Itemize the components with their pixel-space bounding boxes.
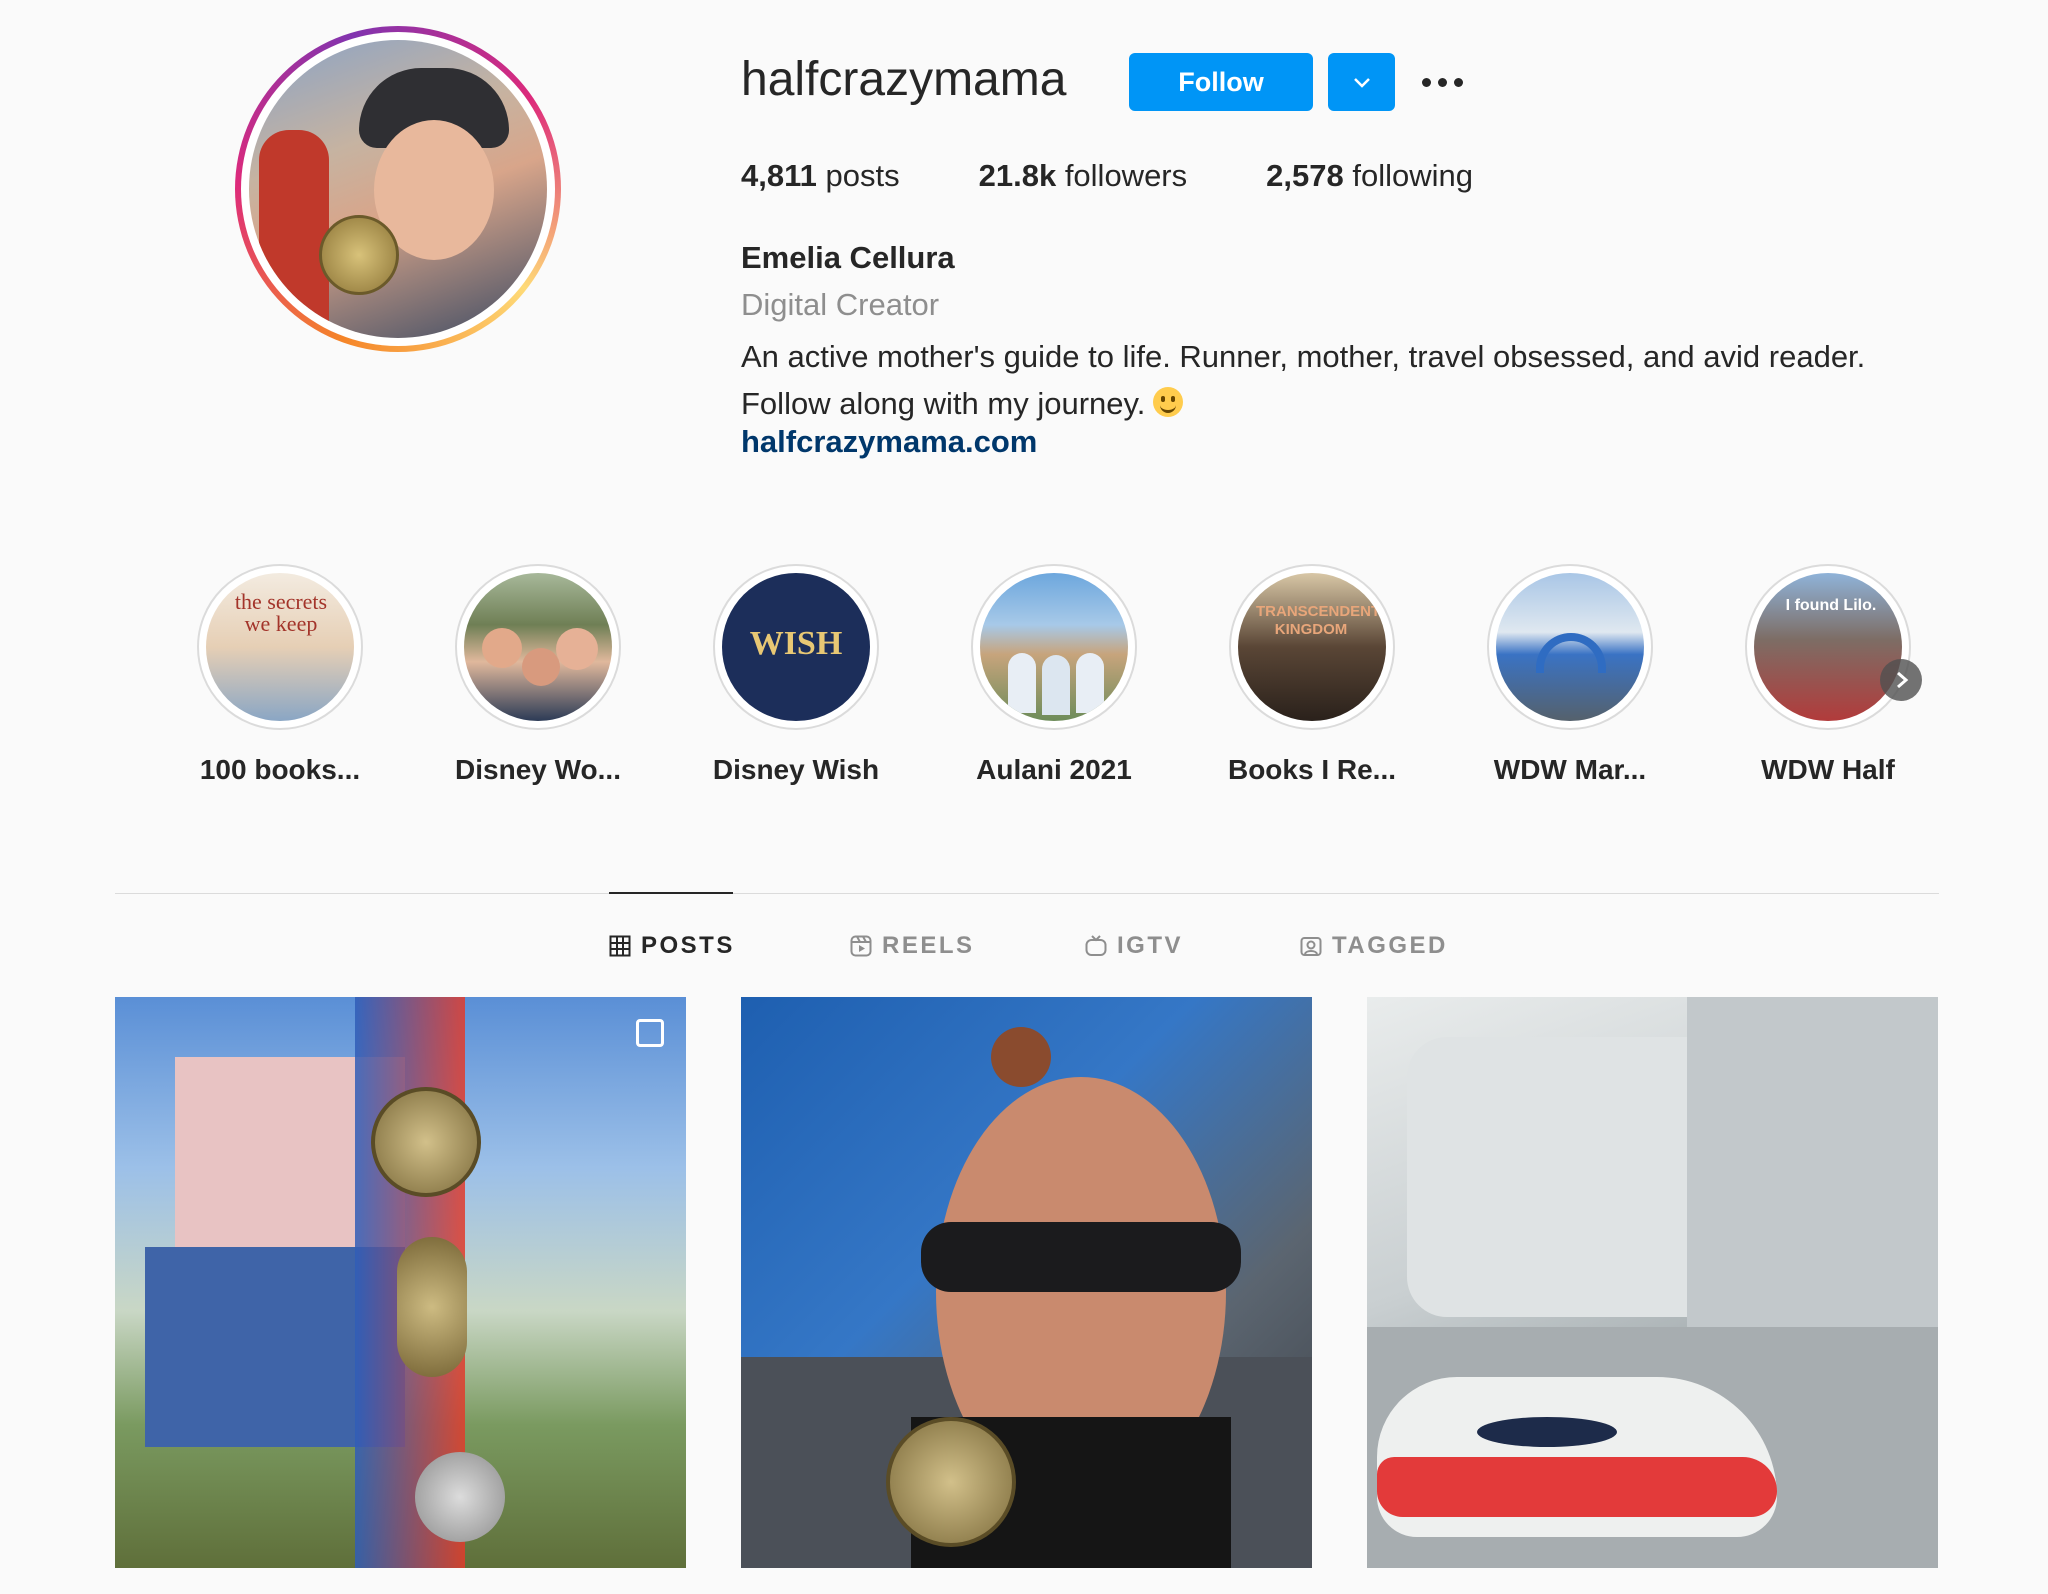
tab-label: REELS xyxy=(882,932,975,959)
bio: An active mother's guide to life. Runner… xyxy=(741,333,1865,427)
bio-line-2: Follow along with my journey. xyxy=(741,380,1865,427)
highlight-cover xyxy=(980,573,1128,721)
highlight-cover xyxy=(464,573,612,721)
grid-icon xyxy=(609,935,631,957)
tab-label: TAGGED xyxy=(1332,932,1448,959)
highlights-next-button[interactable] xyxy=(1880,659,1922,701)
highlight-label: WDW Mar... xyxy=(1493,754,1647,785)
followers-stat[interactable]: 21.8k followers xyxy=(979,158,1188,194)
tab-reels[interactable]: REELS xyxy=(850,932,975,960)
account-category: Digital Creator xyxy=(741,287,940,322)
highlight-disney-wish[interactable]: WISH Disney Wish xyxy=(696,564,896,786)
follow-button[interactable]: Follow xyxy=(1129,53,1313,111)
post-thumbnail[interactable] xyxy=(1367,997,1938,1568)
following-stat[interactable]: 2,578 following xyxy=(1266,158,1473,194)
more-dots-icon xyxy=(1422,78,1431,87)
post-thumbnail[interactable] xyxy=(741,997,1312,1568)
post-thumbnail[interactable] xyxy=(115,997,686,1568)
highlight-cover-text: TRANSCENDENT KINGDOM xyxy=(1256,603,1381,638)
highlight-disney-world[interactable]: Disney Wo... xyxy=(438,564,638,786)
smile-emoji-icon xyxy=(1153,387,1184,417)
highlight-100-books[interactable]: the secrets we keep 100 books... xyxy=(180,564,380,786)
profile-stats: 4,811 posts 21.8k followers 2,578 follow… xyxy=(741,158,1552,194)
tabs-divider xyxy=(115,893,1939,894)
highlight-wdw-marathon[interactable]: WDW Mar... xyxy=(1470,564,1670,786)
website-link[interactable]: halfcrazymama.com xyxy=(741,424,1037,460)
highlight-label: WDW Half xyxy=(1761,754,1895,785)
highlight-cover-text: WISH xyxy=(749,625,843,662)
posts-stat: 4,811 posts xyxy=(741,158,900,193)
more-options-button[interactable] xyxy=(1418,62,1468,102)
tab-label: POSTS xyxy=(641,932,735,959)
highlight-cover-text: I found Lilo. xyxy=(1785,597,1877,614)
highlight-aulani-2021[interactable]: Aulani 2021 xyxy=(954,564,1154,786)
full-name: Emelia Cellura xyxy=(741,240,955,275)
highlight-label: Aulani 2021 xyxy=(976,754,1132,785)
highlight-cover: the secrets we keep xyxy=(206,573,354,721)
tab-label: IGTV xyxy=(1117,932,1184,959)
highlight-books-i-read[interactable]: TRANSCENDENT KINGDOM Books I Re... xyxy=(1212,564,1412,786)
igtv-icon xyxy=(1085,935,1107,956)
highlight-cover: I found Lilo. xyxy=(1754,573,1902,721)
tab-posts[interactable]: POSTS xyxy=(609,932,735,960)
highlight-cover xyxy=(1496,573,1644,721)
suggested-dropdown-button[interactable] xyxy=(1328,53,1395,111)
active-tab-indicator xyxy=(609,892,733,894)
chevron-right-icon xyxy=(1897,671,1909,689)
profile-page: halfcrazymama Follow 4,811 posts 21.8k f… xyxy=(0,0,2048,1594)
highlight-cover: TRANSCENDENT KINGDOM xyxy=(1238,573,1386,721)
carousel-icon xyxy=(636,1019,664,1047)
username: halfcrazymama xyxy=(741,53,1067,106)
tab-tagged[interactable]: TAGGED xyxy=(1300,932,1448,960)
avatar-photo xyxy=(249,40,547,338)
bio-line-1: An active mother's guide to life. Runner… xyxy=(741,339,1866,374)
tab-igtv[interactable]: IGTV xyxy=(1085,932,1183,960)
reels-icon xyxy=(850,935,872,957)
highlight-label: Disney Wo... xyxy=(455,754,621,785)
tagged-icon xyxy=(1300,937,1322,956)
highlight-label: 100 books... xyxy=(199,754,361,785)
highlight-label: Books I Re... xyxy=(1227,754,1397,785)
highlight-label: Disney Wish xyxy=(712,754,880,785)
highlight-cover: WISH xyxy=(722,573,870,721)
story-highlights: the secrets we keep 100 books... Disney … xyxy=(180,564,1940,804)
profile-avatar[interactable] xyxy=(235,26,561,352)
chevron-down-icon xyxy=(1354,78,1370,88)
highlight-cover-text: the secrets we keep xyxy=(234,589,328,636)
